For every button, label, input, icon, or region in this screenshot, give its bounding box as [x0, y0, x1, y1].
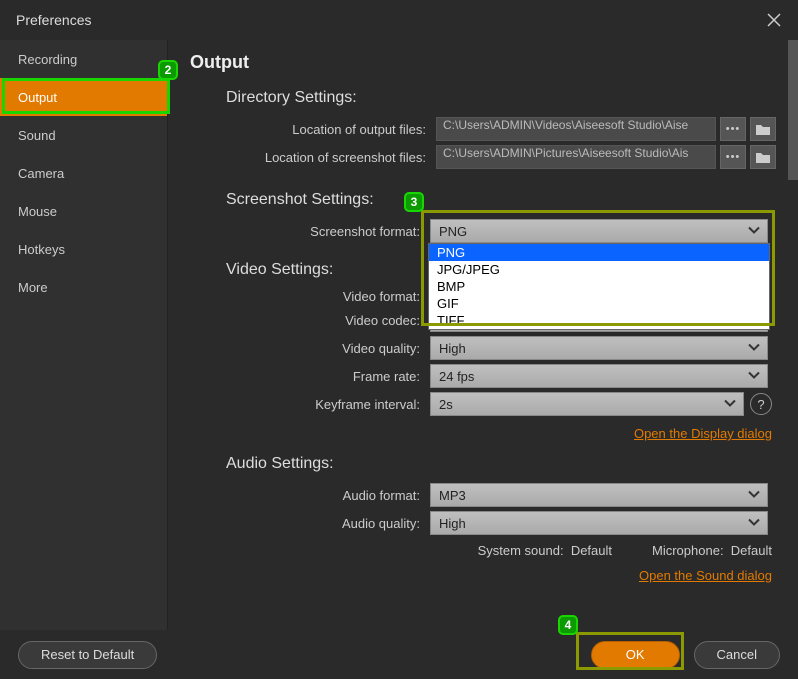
- main-panel: Output Directory Settings: Location of o…: [168, 40, 798, 630]
- close-icon[interactable]: [762, 8, 786, 32]
- keyframe-label: Keyframe interval:: [190, 397, 430, 412]
- output-path-label: Location of output files:: [190, 122, 436, 137]
- output-path-more-icon[interactable]: •••: [720, 117, 746, 141]
- screenshot-path-more-icon[interactable]: •••: [720, 145, 746, 169]
- microphone-status: Microphone: Default: [652, 543, 772, 558]
- screenshot-format-label: Screenshot format:: [190, 224, 430, 239]
- dropdown-option[interactable]: BMP: [429, 278, 769, 295]
- help-icon[interactable]: ?: [750, 393, 772, 415]
- section-title-directory: Directory Settings:: [226, 89, 776, 107]
- page-title: Output: [190, 52, 776, 73]
- scrollbar[interactable]: [788, 40, 798, 630]
- dropdown-option[interactable]: GIF: [429, 295, 769, 312]
- reset-button[interactable]: Reset to Default: [18, 641, 157, 669]
- titlebar: Preferences: [0, 0, 798, 40]
- dropdown-option[interactable]: PNG: [429, 244, 769, 261]
- frame-rate-label: Frame rate:: [190, 369, 430, 384]
- sidebar-item-more[interactable]: More: [0, 268, 167, 306]
- sidebar-item-sound[interactable]: Sound: [0, 116, 167, 154]
- system-sound-status: System sound: Default: [478, 543, 612, 558]
- sidebar-item-output[interactable]: Output: [0, 78, 167, 116]
- sidebar-item-mouse[interactable]: Mouse: [0, 192, 167, 230]
- dropdown-option[interactable]: JPG/JPEG: [429, 261, 769, 278]
- sidebar-item-camera[interactable]: Camera: [0, 154, 167, 192]
- chevron-down-icon: [747, 369, 761, 384]
- video-codec-label: Video codec:: [190, 313, 430, 328]
- screenshot-path-label: Location of screenshot files:: [190, 150, 436, 165]
- screenshot-format-dropdown[interactable]: PNG JPG/JPEG BMP GIF TIFF: [428, 243, 770, 330]
- keyframe-select[interactable]: 2s: [430, 392, 744, 416]
- open-sound-dialog-link[interactable]: Open the Sound dialog: [190, 568, 772, 583]
- chevron-down-icon: [747, 224, 761, 239]
- section-title-screenshot: Screenshot Settings:: [226, 191, 776, 209]
- screenshot-format-select[interactable]: PNG: [430, 219, 768, 243]
- ok-button[interactable]: OK: [591, 641, 680, 669]
- screenshot-path-input[interactable]: C:\Users\ADMIN\Pictures\Aiseesoft Studio…: [436, 145, 716, 169]
- dropdown-option[interactable]: TIFF: [429, 312, 769, 329]
- frame-rate-select[interactable]: 24 fps: [430, 364, 768, 388]
- chevron-down-icon: [723, 397, 737, 412]
- footer: Reset to Default OK Cancel: [0, 630, 798, 679]
- output-path-input[interactable]: C:\Users\ADMIN\Videos\Aiseesoft Studio\A…: [436, 117, 716, 141]
- window-title: Preferences: [16, 12, 91, 28]
- audio-quality-select[interactable]: High: [430, 511, 768, 535]
- chevron-down-icon: [747, 341, 761, 356]
- chevron-down-icon: [747, 516, 761, 531]
- output-path-folder-icon[interactable]: [750, 117, 776, 141]
- sidebar-item-recording[interactable]: Recording: [0, 40, 167, 78]
- cancel-button[interactable]: Cancel: [694, 641, 780, 669]
- audio-format-select[interactable]: MP3: [430, 483, 768, 507]
- scrollbar-thumb[interactable]: [788, 40, 798, 180]
- section-title-audio: Audio Settings:: [226, 455, 776, 473]
- video-format-label: Video format:: [190, 289, 430, 304]
- video-quality-select[interactable]: High: [430, 336, 768, 360]
- audio-format-label: Audio format:: [190, 488, 430, 503]
- sidebar: Recording Output Sound Camera Mouse Hotk…: [0, 40, 168, 630]
- video-quality-label: Video quality:: [190, 341, 430, 356]
- chevron-down-icon: [747, 488, 761, 503]
- audio-quality-label: Audio quality:: [190, 516, 430, 531]
- open-display-dialog-link[interactable]: Open the Display dialog: [190, 426, 772, 441]
- sidebar-item-hotkeys[interactable]: Hotkeys: [0, 230, 167, 268]
- screenshot-path-folder-icon[interactable]: [750, 145, 776, 169]
